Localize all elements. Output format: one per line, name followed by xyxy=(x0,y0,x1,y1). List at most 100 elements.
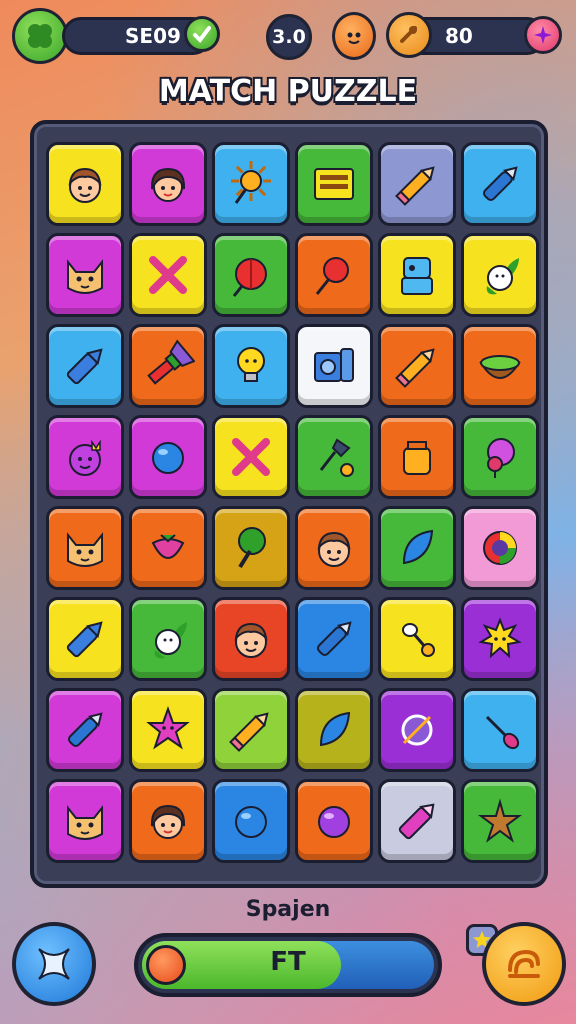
tile-r5-c4[interactable] xyxy=(295,506,373,590)
boy-face-icon xyxy=(68,167,102,203)
girl-face-icon xyxy=(150,167,186,202)
tile-r6-c5[interactable] xyxy=(378,597,456,681)
tile-r4-c4[interactable] xyxy=(295,415,373,499)
tile-r7-c6[interactable] xyxy=(461,688,539,772)
tile-r2-c1[interactable] xyxy=(46,233,124,317)
clover-icon xyxy=(28,24,52,48)
tile-r8-c6[interactable] xyxy=(461,779,539,863)
blue-orb-icon xyxy=(152,442,184,474)
tile-r3-c5[interactable] xyxy=(378,324,456,408)
tile-r4-c2[interactable] xyxy=(129,415,207,499)
tile-r2-c2[interactable] xyxy=(129,233,207,317)
tile-r2-c3[interactable] xyxy=(212,233,290,317)
tile-r3-c6[interactable] xyxy=(461,324,539,408)
tile-r8-c2[interactable] xyxy=(129,779,207,863)
color-wheel-icon xyxy=(483,531,517,565)
clover-button[interactable] xyxy=(12,8,68,64)
tile-r6-c2[interactable] xyxy=(129,597,207,681)
tile-r1-c3[interactable] xyxy=(212,142,290,226)
coin-icon xyxy=(400,26,417,43)
tree-icon xyxy=(238,527,266,569)
red-pin-icon xyxy=(315,257,349,295)
tile-r5-c1[interactable] xyxy=(46,506,124,590)
pink-pen-icon xyxy=(398,803,435,840)
coins-value: 80 xyxy=(445,24,473,48)
tile-r7-c5[interactable] xyxy=(378,688,456,772)
tile-r5-c5[interactable] xyxy=(378,506,456,590)
pen-icon xyxy=(316,621,352,657)
progress-text: FT xyxy=(270,947,306,977)
shuffle-button[interactable] xyxy=(12,922,96,1006)
tile-r2-c6[interactable] xyxy=(461,233,539,317)
check-badge[interactable] xyxy=(184,16,220,52)
crayon-icon xyxy=(66,621,103,658)
purple-orb-icon xyxy=(318,806,350,838)
tile-r5-c2[interactable] xyxy=(129,506,207,590)
score-value: SE09 xyxy=(125,24,181,48)
tile-r1-c4[interactable] xyxy=(295,142,373,226)
brush-icon xyxy=(485,715,520,750)
sun-icon xyxy=(231,161,271,204)
tile-r6-c1[interactable] xyxy=(46,597,124,681)
sign-board-icon xyxy=(314,168,354,200)
cat-face-icon xyxy=(67,805,103,840)
shuffle-star-icon xyxy=(38,948,70,980)
tile-r4-c5[interactable] xyxy=(378,415,456,499)
gem-button[interactable] xyxy=(524,16,562,54)
tile-r1-c6[interactable] xyxy=(461,142,539,226)
tile-r7-c3[interactable] xyxy=(212,688,290,772)
tile-r8-c1[interactable] xyxy=(46,779,124,863)
magnifier-icon xyxy=(319,438,354,477)
pen-icon xyxy=(67,712,103,748)
tile-r1-c1[interactable] xyxy=(46,142,124,226)
tile-r4-c3[interactable] xyxy=(212,415,290,499)
ring-icon xyxy=(401,714,433,746)
tile-r5-c6[interactable] xyxy=(461,506,539,590)
robot-icon xyxy=(401,257,433,295)
tile-r3-c2[interactable] xyxy=(129,324,207,408)
fire-button[interactable] xyxy=(332,12,376,60)
tile-r6-c4[interactable] xyxy=(295,597,373,681)
fire-face-icon xyxy=(347,32,361,44)
tile-r1-c2[interactable] xyxy=(129,142,207,226)
tile-r6-c3[interactable] xyxy=(212,597,290,681)
tile-r8-c4[interactable] xyxy=(295,779,373,863)
starfish-icon xyxy=(478,798,522,843)
leaf-icon xyxy=(402,529,434,565)
tile-r8-c5[interactable] xyxy=(378,779,456,863)
strawberry-icon xyxy=(151,534,185,559)
level-value: 3.0 xyxy=(272,26,306,48)
top-hud: SE09 3.0 80 xyxy=(0,0,576,80)
boy-face-icon xyxy=(234,622,268,658)
tile-r4-c6[interactable] xyxy=(461,415,539,499)
cat-face-icon xyxy=(67,532,103,567)
jar-icon xyxy=(403,441,431,475)
tile-r7-c2[interactable] xyxy=(129,688,207,772)
checkmark-icon xyxy=(193,26,211,44)
crayon-icon xyxy=(66,348,103,385)
speaker-box-icon xyxy=(314,348,354,382)
tile-r4-c1[interactable] xyxy=(46,415,124,499)
pencil-icon xyxy=(395,166,435,206)
tile-r8-c3[interactable] xyxy=(212,779,290,863)
tile-r2-c4[interactable] xyxy=(295,233,373,317)
star-face-icon xyxy=(146,706,190,750)
white-flower-icon xyxy=(486,258,519,295)
girl-face-icon xyxy=(150,804,186,839)
boy-face-icon xyxy=(317,531,351,567)
tile-r3-c3[interactable] xyxy=(212,324,290,408)
tile-r7-c1[interactable] xyxy=(46,688,124,772)
spoon-icon xyxy=(402,623,435,657)
coin-icon-badge xyxy=(386,12,432,58)
tile-r6-c6[interactable] xyxy=(461,597,539,681)
tile-r7-c4[interactable] xyxy=(295,688,373,772)
tile-r1-c5[interactable] xyxy=(378,142,456,226)
coconut-icon xyxy=(479,355,521,379)
tile-r3-c4[interactable] xyxy=(295,324,373,408)
hint-button[interactable] xyxy=(482,922,566,1006)
blue-orb-icon xyxy=(235,806,267,838)
game-title: MATCH PUZZLE xyxy=(158,74,418,109)
tile-r3-c1[interactable] xyxy=(46,324,124,408)
tile-r2-c5[interactable] xyxy=(378,233,456,317)
tile-r5-c3[interactable] xyxy=(212,506,290,590)
